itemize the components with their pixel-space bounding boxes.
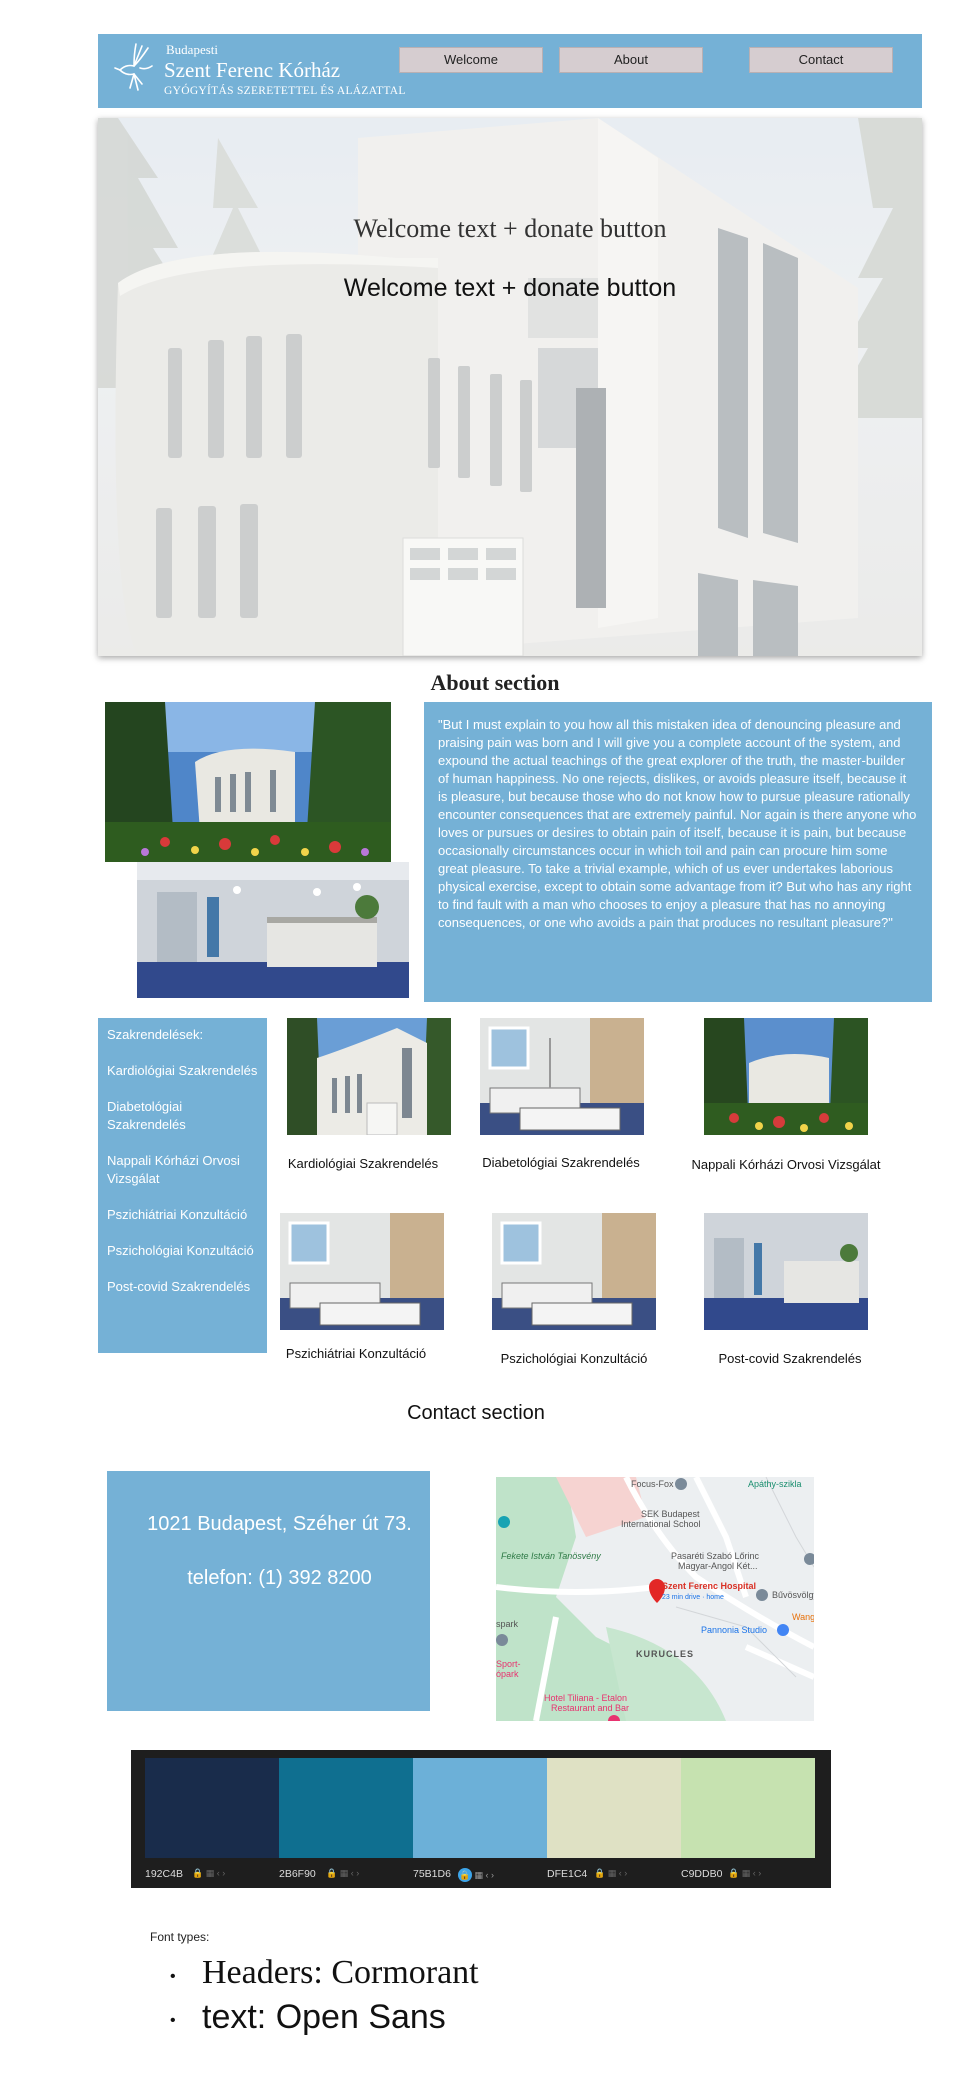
map-label-tiliana: Hotel Tiliana - Etalon [544, 1693, 627, 1703]
swatch-5[interactable] [681, 1758, 815, 1858]
about-paragraph-1: "But I must explain to you how all this … [438, 717, 917, 822]
swatch-3-tools-icon[interactable]: 🔒 ▦ ‹ › [458, 1868, 494, 1882]
swatch-4-tools-icon[interactable]: 🔒 ▦ ‹ › [594, 1868, 627, 1879]
brand-city: Budapesti [166, 42, 218, 57]
map-label-fekete: Fekete István Tanösvény [501, 1551, 601, 1561]
font-types-caption: Font types: [150, 1930, 210, 1944]
brand-motto: GYÓGYÍTÁS SZERETETTEL ÉS ALÁZATTAL [164, 85, 406, 97]
services-sidebar: Szakrendelések: Kardiológiai Szakrendelé… [98, 1018, 267, 1353]
map-label-buvosvolgy: Bűvösvölgy [772, 1590, 814, 1600]
swatch-5-tools-icon[interactable]: 🔒 ▦ ‹ › [728, 1868, 761, 1879]
card-image-post-covid[interactable] [704, 1213, 868, 1330]
hero-banner: Welcome text + donate button Welcome tex… [98, 118, 922, 656]
services-sidebar-heading: Szakrendelések: [107, 1027, 204, 1042]
brand-name[interactable]: Szent Ferenc Kórház [164, 58, 340, 83]
card-label-cardiology[interactable]: Kardiológiai Szakrendelés [253, 1156, 473, 1171]
card-image-psychiatry[interactable] [280, 1213, 444, 1330]
hero-title-serif: Welcome text + donate button [353, 214, 667, 243]
bullet-icon: • [170, 2012, 176, 2029]
map-label-hospital-sub: 23 min drive · home [662, 1594, 724, 1601]
map-label-tiliana-2: Restaurant and Bar [551, 1703, 629, 1713]
contact-title: Contact section [407, 1402, 545, 1424]
card-label-psychology[interactable]: Pszichológiai Konzultáció [464, 1351, 684, 1366]
swatch-2-tools-icon[interactable]: 🔒 ▦ ‹ › [326, 1868, 359, 1879]
nav-about-button[interactable]: About [559, 47, 703, 73]
map-label-sek-2: International School [621, 1519, 701, 1529]
sidebar-item-psychiatry[interactable]: Pszichiátriai Konzultáció [107, 1206, 258, 1224]
card-image-day-hospital[interactable] [704, 1018, 868, 1135]
card-label-diabetology[interactable]: Diabetológiai Szakrendelés [451, 1155, 671, 1170]
about-title: About section [430, 670, 560, 695]
swatch-2[interactable] [279, 1758, 413, 1858]
card-label-post-covid[interactable]: Post-covid Szakrendelés [680, 1351, 900, 1366]
dove-logo-icon [114, 43, 153, 91]
card-label-day-hospital[interactable]: Nappali Kórházi Orvosi Vizsgálat [670, 1157, 902, 1172]
sidebar-item-cardiology[interactable]: Kardiológiai Szakrendelés [107, 1062, 258, 1080]
map-label-park: ópark [496, 1669, 519, 1679]
bullet-icon: • [170, 1968, 176, 1985]
swatch-1[interactable] [145, 1758, 279, 1858]
map-label-kurucles: KURUCLES [636, 1649, 694, 1659]
sidebar-item-psychology[interactable]: Pszichológiai Konzultáció [107, 1242, 258, 1260]
sidebar-item-day-hospital[interactable]: Nappali Kórházi Orvosi Vizsgálat [107, 1152, 258, 1188]
card-image-psychology[interactable] [492, 1213, 656, 1330]
card-label-psychiatry[interactable]: Pszichiátriai Konzultáció [246, 1346, 466, 1361]
sidebar-item-post-covid[interactable]: Post-covid Szakrendelés [107, 1278, 258, 1296]
contact-address: 1021 Budapest, Széher út 73. [147, 1513, 412, 1535]
about-building-photo [105, 702, 391, 862]
contact-info-panel [107, 1471, 430, 1711]
nav-welcome-button[interactable]: Welcome [399, 47, 543, 73]
map-label-pasareti: Pasaréti Szabó Lőrinc [671, 1551, 760, 1561]
about-paragraph-2: loves or pursues or desires to obtain pa… [438, 825, 912, 930]
map-label-sport: Sport- [496, 1659, 521, 1669]
nav-contact-button[interactable]: Contact [749, 47, 893, 73]
map-label-spark: spark [496, 1619, 519, 1629]
map-label-hospital[interactable]: Szent Ferenc Hospital [662, 1581, 756, 1591]
map-label-pannonia: Pannonia Studio [701, 1625, 767, 1635]
hero-building-image [98, 118, 922, 656]
about-text-panel: "But I must explain to you how all this … [424, 702, 932, 1002]
swatch-4[interactable] [547, 1758, 681, 1858]
map-label-wang: Wang [792, 1612, 814, 1622]
sidebar-item-diabetology[interactable]: Diabetológiai Szakrendelés [107, 1098, 258, 1134]
hero-title-sans: Welcome text + donate button [343, 274, 677, 302]
swatch-2-hex: 2B6F90 [279, 1868, 316, 1880]
swatch-4-hex: DFE1C4 [547, 1868, 588, 1880]
map-label-apathy: Apáthy-szikla [748, 1479, 802, 1489]
swatch-1-hex: 192C4B [145, 1868, 183, 1880]
map-label-sek: SEK Budapest [641, 1509, 700, 1519]
card-image-cardiology[interactable] [287, 1018, 451, 1135]
swatch-3[interactable] [413, 1758, 547, 1858]
contact-phone[interactable]: telefon: (1) 392 8200 [107, 1567, 452, 1590]
card-image-diabetology[interactable] [480, 1018, 644, 1135]
map-label-focus-fox: Focus-Fox [631, 1479, 674, 1489]
swatch-3-hex: 75B1D6 [413, 1868, 451, 1880]
swatch-1-tools-icon[interactable]: 🔒 ▦ ‹ › [192, 1868, 225, 1879]
map-label-pasareti-2: Magyar-Angol Két... [678, 1561, 758, 1571]
about-reception-photo [137, 862, 409, 998]
location-map[interactable]: Focus-Fox Apáthy-szikla SEK Budapest Int… [496, 1477, 814, 1721]
swatch-5-hex: C9DDB0 [681, 1868, 723, 1880]
font-text-sample: text: Open Sans [202, 1998, 446, 2036]
font-header-sample: Headers: Cormorant [202, 1954, 479, 1991]
